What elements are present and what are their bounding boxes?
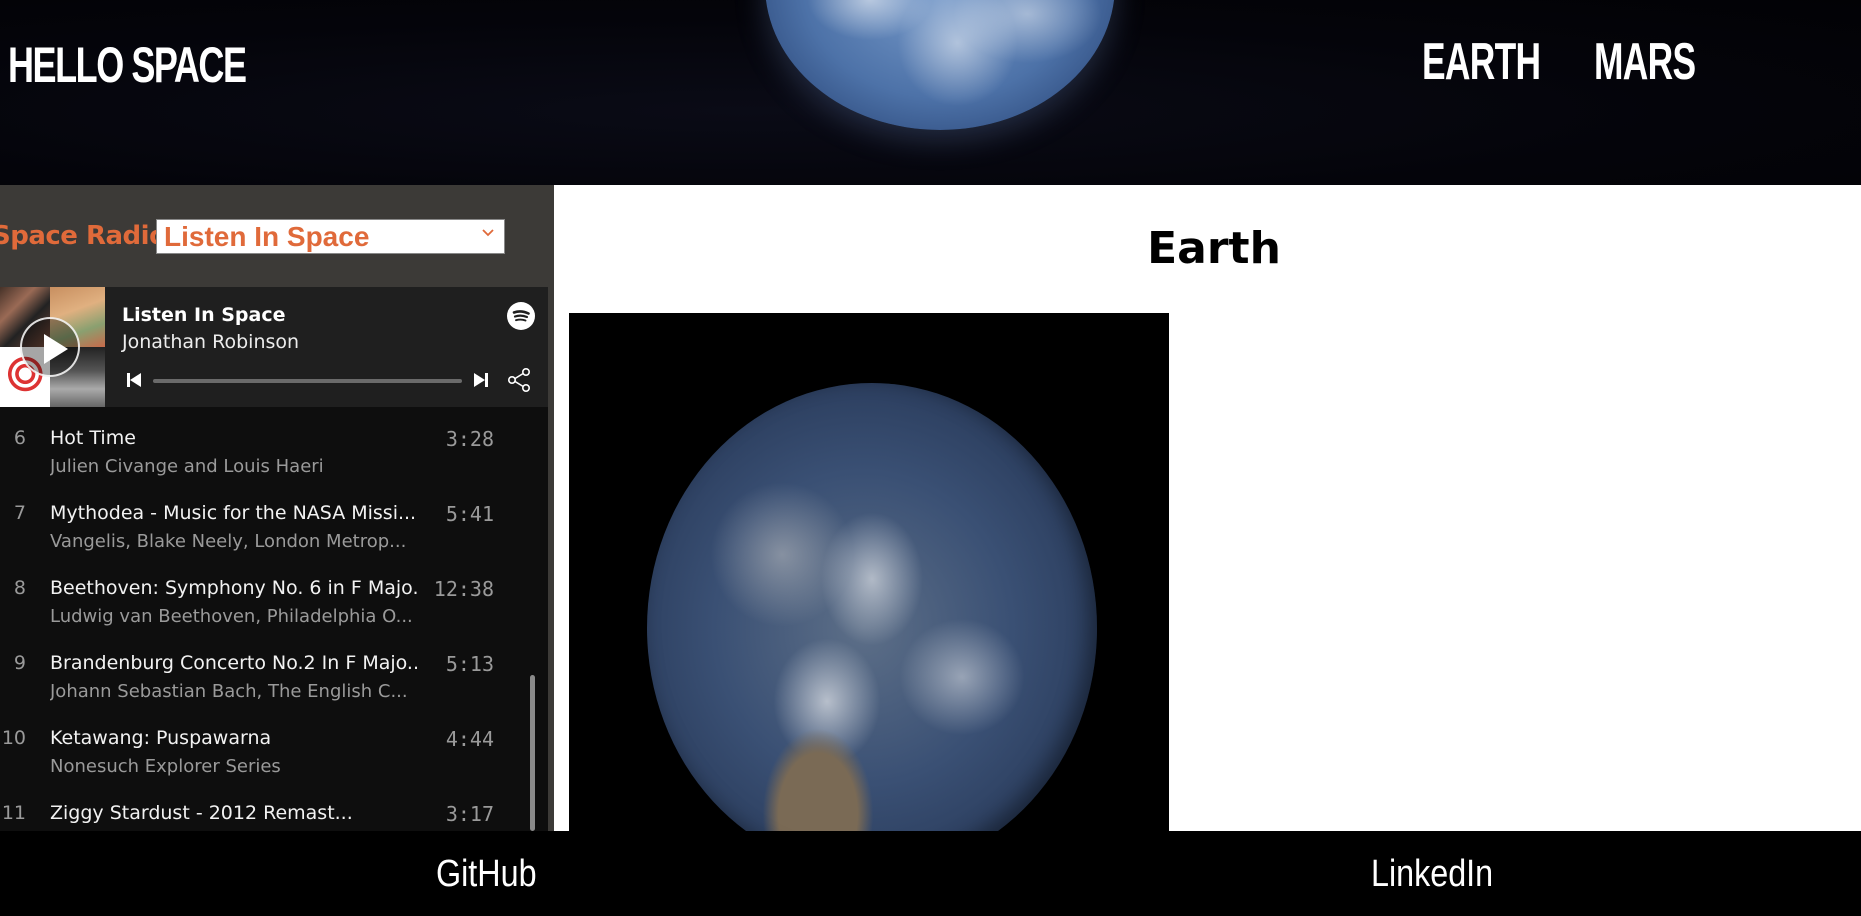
track-number: 7	[13, 502, 26, 524]
track-duration: 5:41	[445, 502, 494, 526]
earth-photo	[569, 313, 1169, 831]
track-artist: Vangelis, Blake Neely, London Metrop...	[50, 531, 407, 552]
playlist-select[interactable]: Listen In Space	[156, 219, 505, 254]
track-number: 6	[13, 427, 26, 449]
header-earth-image	[765, 0, 1115, 130]
track-row[interactable]: 8 Beethoven: Symphony No. 6 in F Majo...…	[0, 577, 510, 652]
site-header: HELLO SPACE EARTH MARS	[0, 0, 1861, 185]
track-row[interactable]: 9 Brandenburg Concerto No.2 In F Majo...…	[0, 652, 510, 727]
playlist-cover-art	[0, 287, 110, 407]
skip-back-icon[interactable]	[125, 371, 143, 389]
track-row[interactable]: 11 Ziggy Stardust - 2012 Remast... 3:17	[0, 802, 510, 831]
track-duration: 3:28	[445, 427, 494, 451]
track-number: 10	[1, 727, 26, 749]
track-row[interactable]: 7 Mythodea - Music for the NASA Missi...…	[0, 502, 510, 577]
playlist-owner[interactable]: Jonathan Robinson	[122, 331, 299, 353]
track-name: Ketawang: Puspawarna	[50, 727, 272, 749]
radio-label: Space Radio	[0, 221, 167, 251]
playlist-select-value: Listen In Space	[164, 220, 370, 252]
github-link[interactable]: GitHub	[436, 853, 537, 896]
main-content: Earth	[554, 185, 1861, 831]
play-icon	[44, 334, 68, 364]
track-name: Mythodea - Music for the NASA Missi...	[50, 502, 417, 524]
tracklist-scrollbar-thumb[interactable]	[530, 675, 535, 831]
track-number: 8	[13, 577, 26, 599]
site-footer: GitHub LinkedIn	[0, 831, 1861, 916]
spotify-icon[interactable]	[507, 302, 535, 330]
share-icon[interactable]	[507, 367, 533, 393]
track-name: Hot Time	[50, 427, 136, 449]
spotify-embed: Julien Civange and Louis Haeri 6 Hot Tim…	[0, 287, 548, 831]
player-bar: Listen In Space Jonathan Robinson	[0, 287, 548, 407]
track-name: Beethoven: Symphony No. 6 in F Majo...	[50, 577, 420, 599]
track-duration: 5:13	[445, 652, 494, 676]
track-duration: 4:44	[445, 727, 494, 751]
track-artist: Ludwig van Beethoven, Philadelphia O...	[50, 606, 413, 627]
play-button[interactable]	[20, 317, 80, 377]
track-name: Ziggy Stardust - 2012 Remast...	[50, 802, 353, 824]
track-duration: 12:38	[433, 577, 494, 601]
site-title[interactable]: HELLO SPACE	[8, 36, 247, 94]
page-title: Earth	[1147, 223, 1281, 274]
track-artist: Johann Sebastian Bach, The English C...	[50, 681, 408, 702]
track-artist: Julien Civange and Louis Haeri	[50, 456, 324, 477]
track-name: Brandenburg Concerto No.2 In F Majo...	[50, 652, 420, 674]
skip-forward-icon[interactable]	[472, 371, 490, 389]
radio-panel: Space Radio Listen In Space Julien Civan…	[0, 185, 554, 831]
track-artist: Nonesuch Explorer Series	[50, 756, 281, 777]
linkedin-link[interactable]: LinkedIn	[1371, 853, 1493, 896]
nav-earth[interactable]: EARTH	[1422, 32, 1541, 92]
playlist-title[interactable]: Listen In Space	[122, 304, 286, 326]
track-row[interactable]: 10 Ketawang: Puspawarna Nonesuch Explore…	[0, 727, 510, 802]
track-number: 9	[13, 652, 26, 674]
progress-bar[interactable]	[153, 379, 462, 383]
chevron-down-icon	[482, 229, 494, 237]
track-number: 11	[1, 802, 26, 824]
track-row[interactable]: 6 Hot Time Julien Civange and Louis Haer…	[0, 427, 510, 502]
earth-globe-image	[647, 383, 1097, 831]
nav-mars[interactable]: MARS	[1594, 32, 1696, 92]
track-duration: 3:17	[445, 802, 494, 826]
